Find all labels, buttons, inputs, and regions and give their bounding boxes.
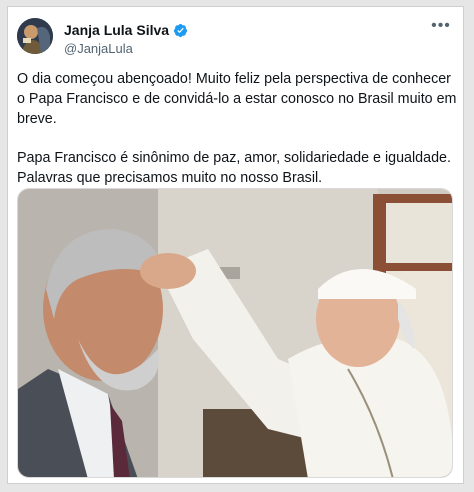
tweet-paragraph: O dia começou abençoado! Muito feliz pel… — [17, 71, 461, 127]
more-options-icon[interactable]: ••• — [430, 18, 452, 38]
tweet-paragraph: Papa Francisco é sinônimo de paz, amor, … — [17, 150, 455, 186]
avatar[interactable] — [17, 18, 53, 54]
tweet-header: Janja Lula Silva @JanjaLula ••• — [17, 18, 454, 58]
photo-image — [18, 189, 452, 477]
tweet-card: Janja Lula Silva @JanjaLula ••• O dia co… — [7, 6, 464, 484]
verified-badge-icon — [173, 23, 188, 38]
author-names: Janja Lula Silva @JanjaLula — [64, 21, 188, 56]
tweet-photo[interactable] — [17, 188, 453, 478]
author-handle[interactable]: @JanjaLula — [64, 41, 188, 56]
display-name[interactable]: Janja Lula Silva — [64, 22, 169, 38]
tweet-text: O dia começou abençoado! Muito feliz pel… — [17, 69, 457, 188]
